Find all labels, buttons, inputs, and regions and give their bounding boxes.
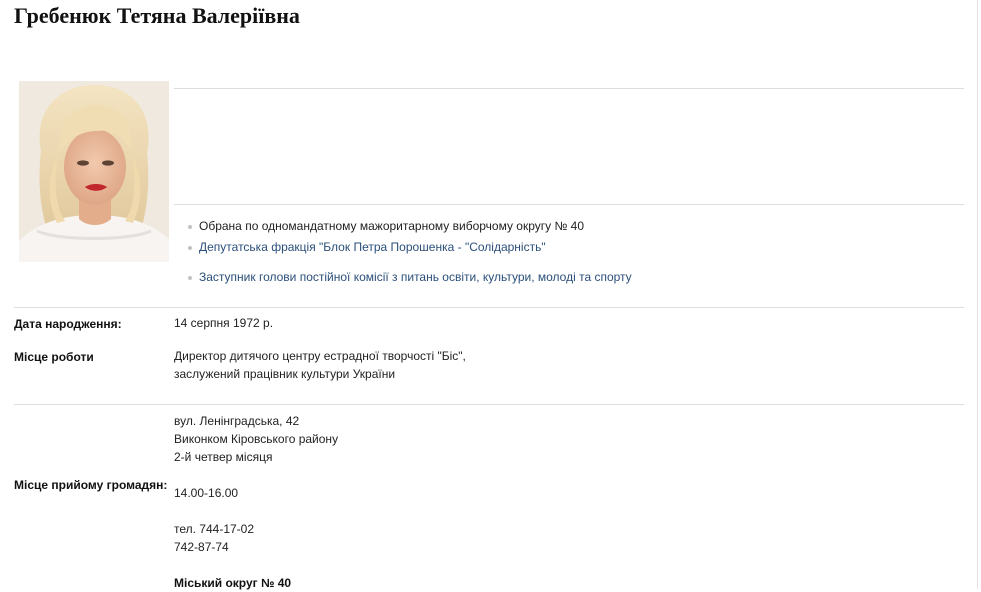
summary-divider	[174, 204, 964, 205]
details-divider-2	[14, 404, 964, 405]
page-right-border	[977, 0, 978, 589]
portrait-image	[19, 81, 169, 262]
details-divider-1	[14, 307, 964, 308]
reception-phone: тел. 744-17-02	[174, 522, 255, 536]
reception-label: Місце прийому громадян:	[14, 478, 168, 492]
reception-day: 2-й четвер місяця	[174, 450, 273, 464]
district-heading: Міський округ № 40	[174, 576, 292, 590]
birth-date-value: 14 серпня 1972 р.	[174, 316, 274, 330]
reception-address: вул. Ленінградська, 42	[174, 414, 300, 428]
birth-date-label: Дата народження:	[14, 317, 122, 331]
list-item-election: Обрана по одномандатному мажоритарному в…	[187, 219, 584, 233]
workplace-line: заслужений працівник культури України	[174, 367, 396, 381]
workplace-value: Директор дитячого центру естрадної творч…	[174, 347, 466, 383]
reception-place: Виконком Кіровського району	[174, 432, 339, 446]
list-item-committee: Заступник голови постійної комісії з пит…	[187, 270, 632, 284]
reception-value: вул. Ленінградська, 42 Виконком Кіровськ…	[174, 412, 338, 592]
reception-hours: 14.00-16.00	[174, 486, 239, 500]
workplace-line: Директор дитячого центру естрадної творч…	[174, 349, 466, 363]
workplace-label: Місце роботи	[14, 350, 94, 364]
deputy-photo	[19, 81, 169, 262]
reception-phone-2: 742-87-74	[174, 540, 229, 554]
list-item-faction-link[interactable]: Депутатська фракція "Блок Петра Порошенк…	[187, 240, 546, 254]
top-divider	[174, 88, 964, 89]
page-title: Гребенюк Тетяна Валеріївна	[14, 3, 300, 28]
